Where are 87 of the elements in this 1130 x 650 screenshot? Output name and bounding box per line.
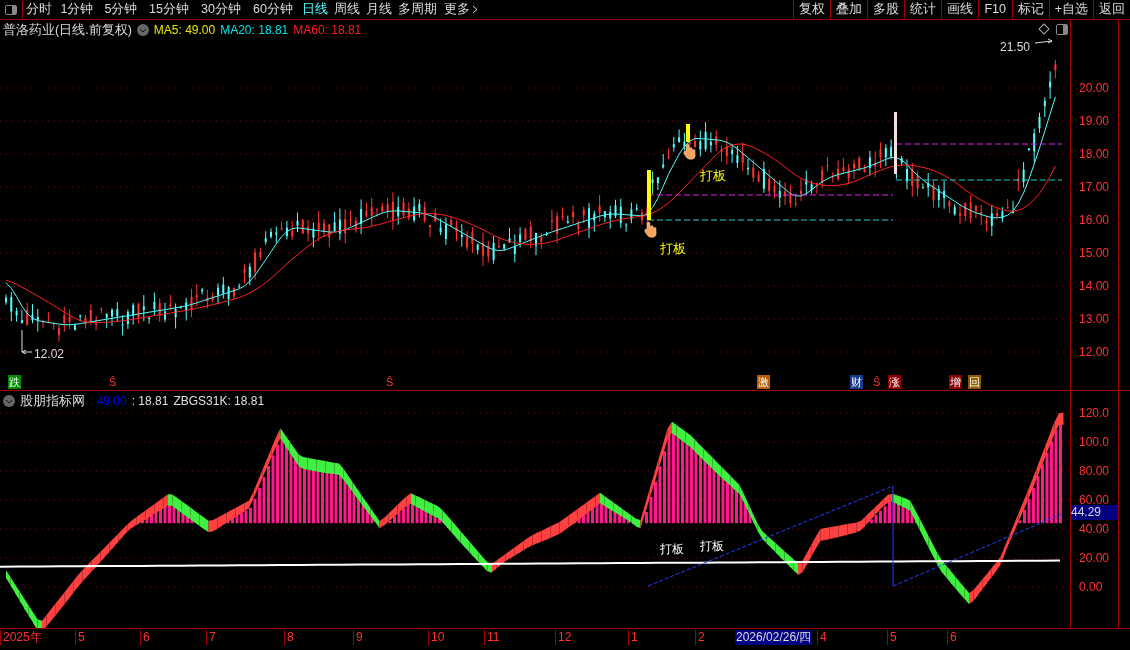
chevron-right-icon xyxy=(472,5,478,14)
axis-label: 8 xyxy=(284,630,294,645)
period-tab[interactable]: 多周期 xyxy=(395,0,439,19)
ma-value: MA20: 18.81 xyxy=(220,22,289,40)
toolbar-button[interactable]: 叠加 xyxy=(829,0,867,19)
axis-label: 7 xyxy=(206,630,216,645)
axis-label: 0.00 xyxy=(1079,580,1103,594)
toolbar-button[interactable]: 返回 xyxy=(1093,0,1130,19)
axis-label: 9 xyxy=(353,630,363,645)
period-tab[interactable]: 15分钟 xyxy=(143,0,195,19)
period-tab[interactable]: 月线 xyxy=(363,0,395,19)
marker-bar xyxy=(647,170,651,220)
event-marker: 跌 xyxy=(8,375,21,389)
annotation-label: 打板 xyxy=(660,541,684,558)
axis-label: 13.00 xyxy=(1079,312,1110,326)
panel-toggle-icon xyxy=(5,4,17,15)
axis-label: 19.00 xyxy=(1079,114,1110,128)
annotation-label: 打板 xyxy=(660,240,686,258)
event-marker: Ŝ xyxy=(872,375,882,389)
toolbar-button[interactable]: 统计 xyxy=(903,0,941,19)
toolbar-button[interactable]: +自选 xyxy=(1048,0,1093,19)
axis-label: 60.00 xyxy=(1079,493,1110,507)
axis-label: 1 xyxy=(628,630,638,645)
indicator-value: : 49.00 xyxy=(90,393,127,411)
period-tab[interactable]: 更多 xyxy=(439,0,483,19)
high-price-label: 21.50 xyxy=(1000,39,1031,56)
marker-bar xyxy=(686,124,690,142)
axis-label: 10 xyxy=(428,630,445,645)
event-marker: Ŝ xyxy=(385,375,395,389)
event-marker: 回 xyxy=(968,375,981,389)
axis-label: 12 xyxy=(555,630,572,645)
axis-label: 14.00 xyxy=(1079,279,1110,293)
axis-label: 120.0 xyxy=(1079,406,1110,420)
low-arrow-icon xyxy=(21,329,33,355)
ma-value: MA60: 18.81 xyxy=(293,22,362,40)
period-tab[interactable]: 30分钟 xyxy=(195,0,247,19)
axis-label: 80.00 xyxy=(1079,464,1110,478)
ma-value: MA5: 49.00 xyxy=(153,22,216,40)
axis-label: 5 xyxy=(887,630,897,645)
axis-label: 6 xyxy=(947,630,957,645)
dropdown-icon[interactable] xyxy=(3,395,15,408)
axis-label: 18.00 xyxy=(1079,147,1110,161)
axis-label: 4 xyxy=(817,630,827,645)
axis-label: 20.00 xyxy=(1079,81,1110,95)
period-tab[interactable]: 周线 xyxy=(331,0,363,19)
indicator-title: 股朋指标网 xyxy=(20,393,85,410)
axis-label: 5 xyxy=(75,630,85,645)
toolbar-button[interactable]: F10 xyxy=(977,0,1012,19)
indicator-value: : 18.81 xyxy=(131,393,169,411)
event-marker: 激 xyxy=(757,375,770,389)
toolbar-button[interactable]: 标记 xyxy=(1011,0,1049,19)
dropdown-icon[interactable] xyxy=(136,24,149,37)
axis-label: 20.00 xyxy=(1079,551,1110,565)
axis-label: 40.00 xyxy=(1079,522,1110,536)
axis-label: 17.00 xyxy=(1079,180,1110,194)
period-tab[interactable]: 分时 xyxy=(23,0,55,19)
toolbar-button[interactable]: 画线 xyxy=(940,0,978,19)
annotation-label: 打板 xyxy=(700,538,724,555)
period-tab[interactable]: 60分钟 xyxy=(247,0,299,19)
stock-title: 普洛药业(日线.前复权) xyxy=(3,22,132,39)
annotation-label: 打板 xyxy=(700,167,726,185)
axis-label: 100.0 xyxy=(1079,435,1110,449)
marker-bar xyxy=(894,112,897,174)
axis-label: 16.00 xyxy=(1079,213,1110,227)
cursor-date-label: 2026/02/26/四 xyxy=(735,630,813,645)
indicator-value: ZBGS31K: 18.81 xyxy=(173,393,265,411)
period-tab[interactable]: 1分钟 xyxy=(55,0,99,19)
period-tab[interactable]: 5分钟 xyxy=(99,0,143,19)
event-marker: 增 xyxy=(949,375,962,389)
period-tab[interactable]: 日线 xyxy=(299,0,331,19)
panel-toggle-icon[interactable] xyxy=(1056,24,1068,35)
axis-label: 2025年 xyxy=(0,630,42,645)
event-marker: 涨 xyxy=(888,375,901,389)
axis-label: 2 xyxy=(695,630,705,645)
axis-label: 11 xyxy=(484,630,500,645)
toolbar-button[interactable]: 复权 xyxy=(792,0,830,19)
high-arrow-icon xyxy=(1034,38,1053,44)
hand-pointer-icon xyxy=(644,221,657,238)
current-value-badge: 44.29 xyxy=(1071,505,1118,520)
low-price-label: 12.02 xyxy=(34,346,65,363)
axis-label: 12.00 xyxy=(1079,345,1110,359)
axis-label: 6 xyxy=(140,630,150,645)
toolbar-button[interactable]: 多股 xyxy=(866,0,904,19)
hand-pointer-icon xyxy=(683,143,696,160)
event-marker: 财 xyxy=(850,375,863,389)
axis-label: 15.00 xyxy=(1079,246,1110,260)
event-marker: Ŝ xyxy=(108,375,118,389)
